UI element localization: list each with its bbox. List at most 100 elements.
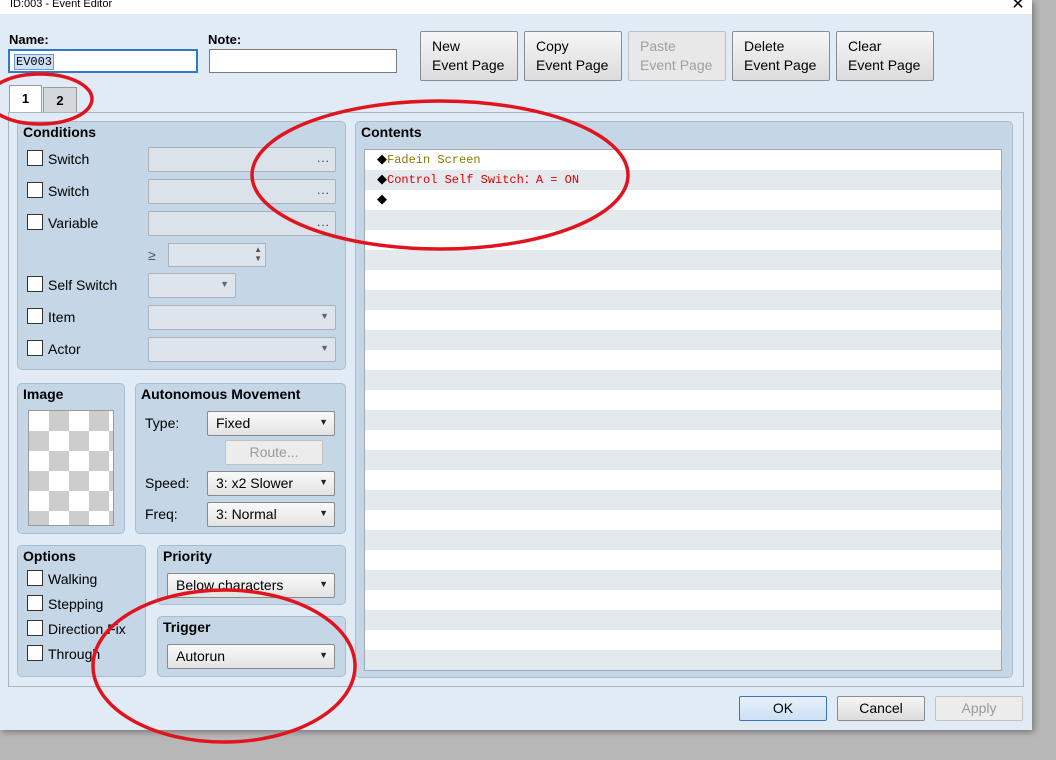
options-title: Options (23, 548, 76, 564)
chevron-down-icon: ▼ (320, 311, 329, 321)
movement-speed-select[interactable]: 3: x2 Slower ▼ (207, 471, 335, 496)
chevron-down-icon: ▼ (319, 579, 328, 589)
through-label: Through (48, 646, 101, 662)
name-field[interactable]: EV003 (8, 49, 198, 73)
command-text: Control Self Switch：A = ON (387, 173, 580, 187)
chevron-down-icon: ▼ (319, 508, 328, 518)
movement-freq-select[interactable]: 3: Normal ▼ (207, 502, 335, 527)
name-value: EV003 (14, 54, 55, 70)
title-bar: ID:003 - Event Editor ✕ (0, 0, 1032, 14)
ge-symbol: ≥ (148, 247, 156, 263)
movement-speed-value: 3: x2 Slower (216, 475, 294, 491)
route-button[interactable]: Route... (225, 440, 323, 465)
chevron-down-icon: ▼ (319, 477, 328, 487)
chevron-down-icon: ▼ (319, 417, 328, 427)
item-checkbox[interactable] (27, 308, 43, 324)
self-switch-label: Self Switch (48, 277, 118, 293)
options-group: Options Walking Stepping Direction Fix T… (17, 545, 146, 677)
cancel-button[interactable]: Cancel (837, 696, 925, 721)
chevron-down-icon: ▼ (220, 279, 229, 289)
priority-title: Priority (163, 548, 213, 564)
movement-title: Autonomous Movement (141, 386, 301, 402)
actor-label: Actor (48, 341, 81, 357)
contents-group: Contents ◆Fadein Screen ◆Control Self Sw… (355, 121, 1013, 678)
switch1-label: Switch (48, 151, 90, 167)
command-row[interactable]: ◆Control Self Switch：A = ON (377, 170, 579, 190)
movement-type-value: Fixed (216, 415, 251, 431)
tab-page-1[interactable]: 1 (9, 85, 42, 114)
stepping-checkbox[interactable] (27, 595, 43, 611)
image-group: Image (17, 383, 125, 534)
self-switch-checkbox[interactable] (27, 276, 43, 292)
image-title: Image (23, 386, 64, 402)
window-title: ID:003 - Event Editor (10, 0, 113, 10)
name-label: Name: (9, 32, 49, 47)
dialog-client: Name: EV003 Note: New Event Page Copy Ev… (0, 14, 1032, 730)
variable-checkbox[interactable] (27, 214, 43, 230)
movement-type-select[interactable]: Fixed ▼ (207, 411, 335, 436)
clear-event-page-button[interactable]: Clear Event Page (836, 31, 934, 81)
diamond-icon: ◆ (377, 152, 387, 167)
priority-select[interactable]: Below characters ▼ (167, 573, 335, 598)
switch2-label: Switch (48, 183, 90, 199)
direction-fix-label: Direction Fix (48, 621, 126, 637)
switch1-checkbox[interactable] (27, 150, 43, 166)
command-row[interactable]: ◆ (377, 190, 387, 210)
trigger-title: Trigger (163, 619, 211, 635)
apply-button[interactable]: Apply (935, 696, 1023, 721)
direction-fix-checkbox[interactable] (27, 620, 43, 636)
chevron-down-icon: ▼ (320, 343, 329, 353)
stepping-label: Stepping (48, 596, 104, 612)
actor-select[interactable]: ▼ (148, 337, 336, 362)
item-select[interactable]: ▼ (148, 305, 336, 330)
type-label: Type: (145, 415, 180, 431)
ok-button[interactable]: OK (739, 696, 827, 721)
switch2-selector[interactable]: ... (148, 179, 336, 204)
spin-up-icon[interactable]: ▲ (254, 245, 262, 254)
movement-group: Autonomous Movement Type: Fixed ▼ Route..… (135, 383, 346, 534)
command-row[interactable]: ◆Fadein Screen (377, 150, 481, 170)
trigger-value: Autorun (176, 648, 226, 664)
event-editor-window: ID:003 - Event Editor ✕ Name: EV003 Note… (0, 0, 1032, 730)
ellipsis-icon: ... (316, 151, 330, 165)
walking-checkbox[interactable] (27, 570, 43, 586)
tab-page-2[interactable]: 2 (43, 87, 77, 112)
through-checkbox[interactable] (27, 645, 43, 661)
switch1-selector[interactable]: ... (148, 147, 336, 172)
event-page-panel: Conditions Switch ... Switch ... Variabl… (8, 112, 1024, 687)
switch2-checkbox[interactable] (27, 182, 43, 198)
trigger-select[interactable]: Autorun ▼ (167, 644, 335, 669)
delete-event-page-button[interactable]: Delete Event Page (732, 31, 830, 81)
ellipsis-icon: ... (316, 183, 330, 197)
speed-label: Speed: (145, 475, 190, 491)
diamond-icon: ◆ (377, 172, 387, 187)
contents-title: Contents (361, 124, 422, 140)
item-label: Item (48, 309, 76, 325)
walking-label: Walking (48, 571, 98, 587)
trigger-group: Trigger Autorun ▼ (157, 616, 346, 677)
command-text: Fadein Screen (387, 153, 481, 167)
conditions-title: Conditions (23, 124, 97, 140)
note-label: Note: (208, 32, 242, 47)
priority-value: Below characters (176, 577, 284, 593)
spin-down-icon[interactable]: ▼ (254, 254, 262, 263)
variable-selector[interactable]: ... (148, 211, 336, 236)
copy-event-page-button[interactable]: Copy Event Page (524, 31, 622, 81)
freq-label: Freq: (145, 506, 178, 522)
conditions-group: Conditions Switch ... Switch ... Variabl… (17, 121, 346, 370)
event-image-preview[interactable] (28, 410, 114, 526)
variable-label: Variable (48, 215, 99, 231)
close-icon[interactable]: ✕ (1008, 0, 1028, 14)
ellipsis-icon: ... (316, 215, 330, 229)
note-field[interactable] (209, 49, 397, 73)
new-event-page-button[interactable]: New Event Page (420, 31, 518, 81)
movement-freq-value: 3: Normal (216, 506, 277, 522)
self-switch-select[interactable]: ▼ (148, 273, 236, 298)
diamond-icon: ◆ (377, 192, 387, 207)
variable-value-spinner[interactable]: ▲ ▼ (168, 243, 266, 267)
actor-checkbox[interactable] (27, 340, 43, 356)
priority-group: Priority Below characters ▼ (157, 545, 346, 605)
chevron-down-icon: ▼ (319, 650, 328, 660)
command-list[interactable]: ◆Fadein Screen ◆Control Self Switch：A = … (364, 149, 1002, 671)
paste-event-page-button[interactable]: Paste Event Page (628, 31, 726, 81)
